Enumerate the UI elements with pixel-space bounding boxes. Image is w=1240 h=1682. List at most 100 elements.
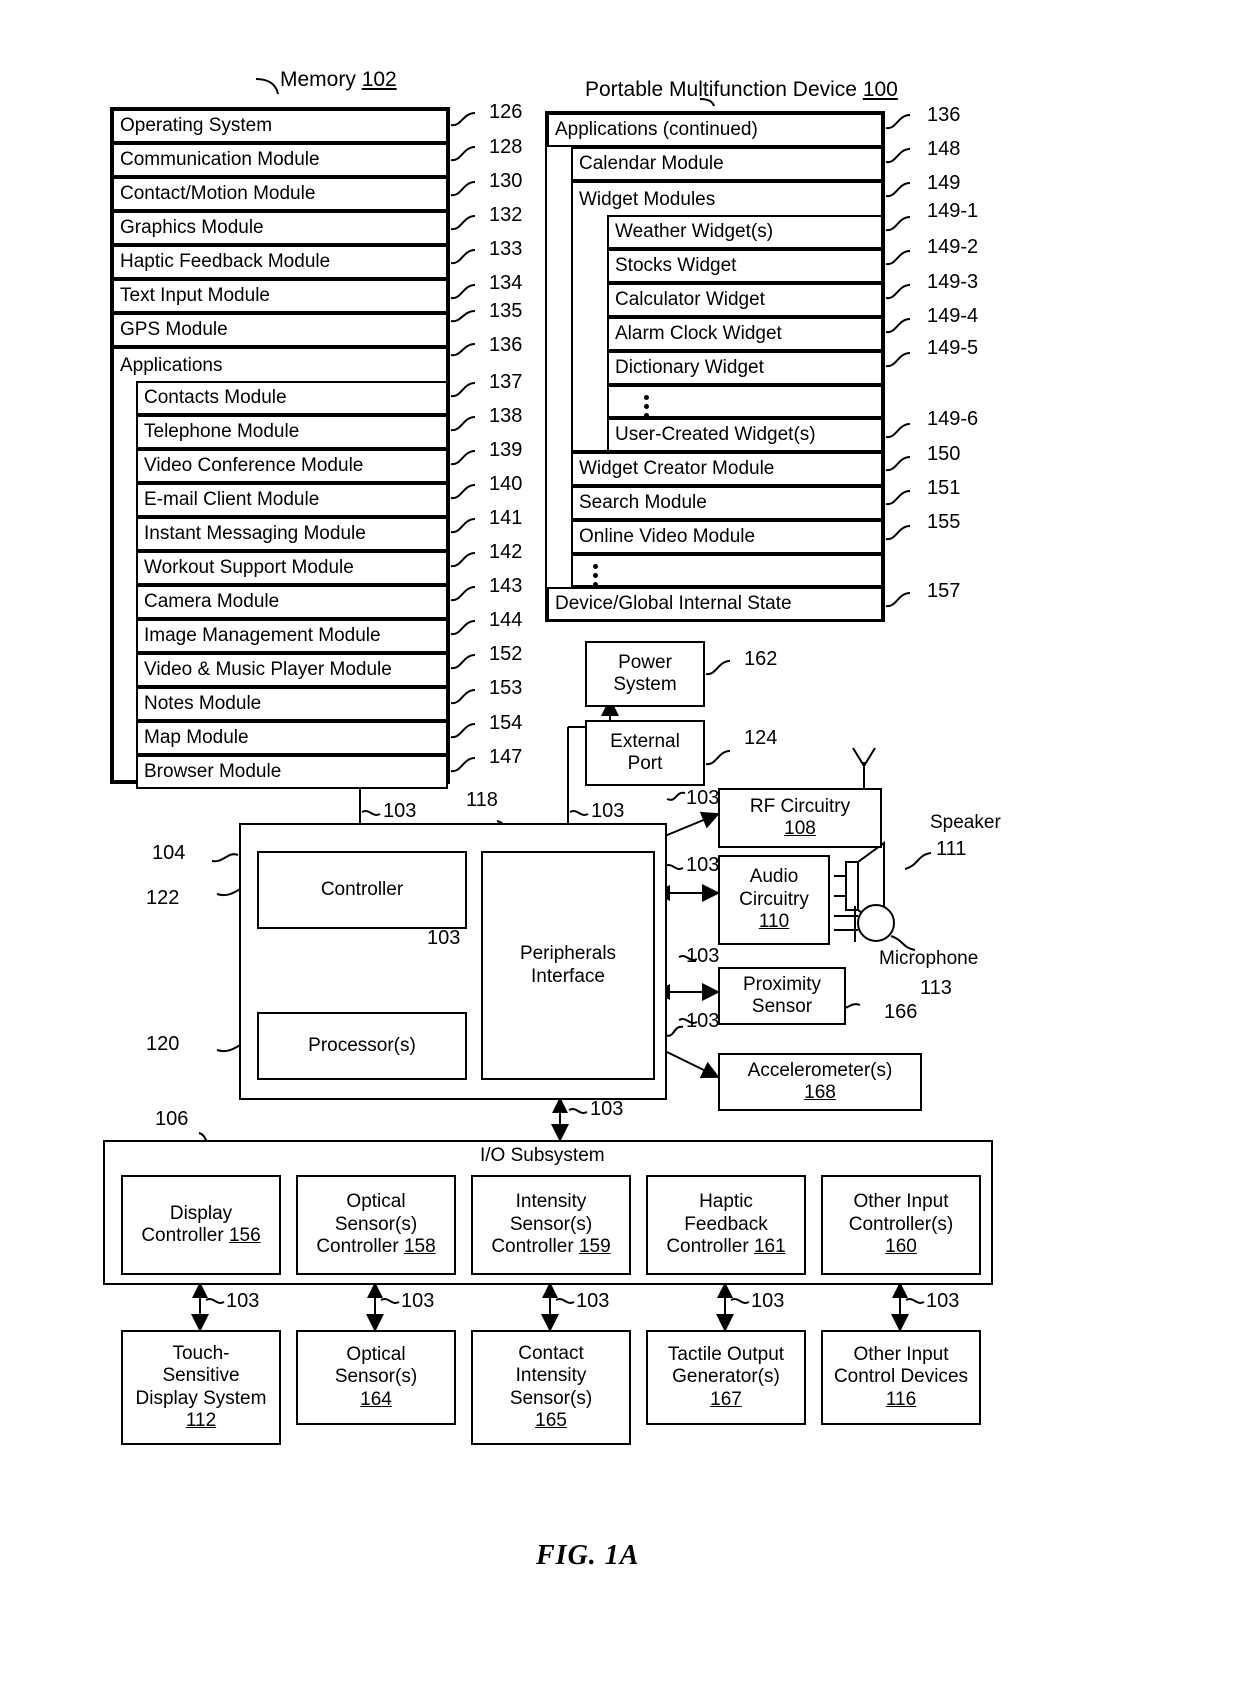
ref-118: 118	[466, 789, 498, 811]
accelerometer-block: Accelerometer(s) 168	[718, 1053, 922, 1111]
io-bus-ref-103-c: 103	[576, 1290, 610, 1312]
vertical-ellipsis-icon	[644, 391, 649, 418]
contact-intensity-sensors-block: Contact Intensity Sensor(s) 165	[471, 1330, 631, 1445]
memory-row-gps-module: GPS Module	[112, 313, 448, 347]
haptic-feedback-controller-block: Haptic Feedback Controller 161	[646, 1175, 806, 1275]
peripherals-interface-block: Peripherals Interface	[481, 851, 655, 1080]
ref-166: 166	[884, 1001, 918, 1023]
ref-142: 142	[489, 541, 523, 563]
io-bus-ref-103-b: 103	[401, 1290, 435, 1312]
ref-153: 153	[489, 677, 523, 699]
memory-row-operating-system: Operating System	[112, 109, 448, 143]
ref-140: 140	[489, 473, 523, 495]
widget-row-user-created: User-Created Widget(s)	[607, 418, 883, 452]
io-bus-ref-103-d: 103	[751, 1290, 785, 1312]
widget-row-calculator: Calculator Widget	[607, 283, 883, 317]
ref-143: 143	[489, 575, 523, 597]
ref-141: 141	[489, 507, 523, 529]
device-title: Portable Multifunction Device 100	[585, 78, 898, 101]
ref-126: 126	[489, 101, 523, 123]
memory-row-contact-motion-module: Contact/Motion Module	[112, 177, 448, 211]
rf-circuitry-block: RF Circuitry 108	[718, 788, 882, 848]
ref-150: 150	[927, 443, 961, 465]
ref-136-device: 136	[927, 104, 961, 126]
memory-row-communication-module: Communication Module	[112, 143, 448, 177]
app-row-contacts-module: Contacts Module	[136, 381, 448, 415]
optical-sensors-block: Optical Sensor(s) 164	[296, 1330, 456, 1425]
bus-ref-103-proximity: 103	[686, 945, 720, 967]
app-row-image-management-module: Image Management Module	[136, 619, 448, 653]
device-row-applications-continued: Applications (continued)	[547, 113, 883, 147]
ref-137: 137	[489, 371, 523, 393]
ref-124: 124	[744, 727, 778, 749]
app-row-notes-module: Notes Module	[136, 687, 448, 721]
widget-row-weather: Weather Widget(s)	[607, 215, 883, 249]
memory-title: Memory 102	[280, 68, 397, 91]
app-row-browser-module: Browser Module	[136, 755, 448, 789]
proximity-sensor-block: Proximity Sensor	[718, 967, 846, 1025]
ref-104: 104	[152, 842, 186, 864]
app-row-map-module: Map Module	[136, 721, 448, 755]
vertical-ellipsis-icon	[593, 560, 598, 587]
ref-139: 139	[489, 439, 523, 461]
touch-sensitive-display-system-block: Touch- Sensitive Display System 112	[121, 1330, 281, 1445]
ref-135: 135	[489, 300, 523, 322]
io-bus-ref-103-a: 103	[226, 1290, 260, 1312]
bus-ref-103-accel: 103	[686, 1010, 720, 1032]
ref-149-1: 149-1	[927, 200, 979, 222]
ref-132: 132	[489, 204, 523, 226]
optical-sensor-controller-block: Optical Sensor(s) Controller 158	[296, 1175, 456, 1275]
bus-ref-103-io: 103	[590, 1098, 624, 1120]
ref-122: 122	[146, 887, 180, 909]
display-controller-block: Display Controller 156	[121, 1175, 281, 1275]
ref-157: 157	[927, 580, 961, 602]
ref-152: 152	[489, 643, 523, 665]
widget-row-dictionary: Dictionary Widget	[607, 351, 883, 385]
app-row-camera-module: Camera Module	[136, 585, 448, 619]
controller-block: Controller	[257, 851, 467, 929]
power-system-block: Power System	[585, 641, 705, 707]
ref-134: 134	[489, 272, 523, 294]
widget-row-alarm-clock: Alarm Clock Widget	[607, 317, 883, 351]
ref-149-3: 149-3	[927, 271, 979, 293]
app-row-video-music-player-module: Video & Music Player Module	[136, 653, 448, 687]
ref-149-4: 149-4	[927, 305, 979, 327]
speaker-label: Speaker	[930, 812, 1001, 833]
tactile-output-generators-block: Tactile Output Generator(s) 167	[646, 1330, 806, 1425]
bus-ref-103-extport: 103	[591, 800, 625, 822]
widget-row-stocks: Stocks Widget	[607, 249, 883, 283]
device-row-online-video-module: Online Video Module	[571, 520, 883, 554]
memory-row-text-input-module: Text Input Module	[112, 279, 448, 313]
ref-148: 148	[927, 138, 961, 160]
ref-106: 106	[155, 1108, 189, 1130]
app-row-video-conference-module: Video Conference Module	[136, 449, 448, 483]
other-input-control-devices-block: Other Input Control Devices 116	[821, 1330, 981, 1425]
ref-147: 147	[489, 746, 523, 768]
ref-149-6: 149-6	[927, 408, 979, 430]
memory-row-graphics-module: Graphics Module	[112, 211, 448, 245]
app-row-instant-messaging-module: Instant Messaging Module	[136, 517, 448, 551]
bus-ref-103-rf: 103	[686, 787, 720, 809]
ref-149: 149	[927, 172, 961, 194]
ref-111: 111	[936, 838, 967, 860]
memory-row-haptic-feedback-module: Haptic Feedback Module	[112, 245, 448, 279]
ref-149-2: 149-2	[927, 236, 979, 258]
audio-circuitry-block: Audio Circuitry 110	[718, 855, 830, 945]
external-port-block: External Port	[585, 720, 705, 786]
io-subsystem-title: I/O Subsystem	[480, 1145, 605, 1166]
bus-ref-103-audio: 103	[686, 854, 720, 876]
ref-154: 154	[489, 712, 523, 734]
ref-151: 151	[927, 477, 961, 499]
other-input-controller-block: Other Input Controller(s) 160	[821, 1175, 981, 1275]
app-row-email-client-module: E-mail Client Module	[136, 483, 448, 517]
device-row-widget-creator-module: Widget Creator Module	[571, 452, 883, 486]
ref-130: 130	[489, 170, 523, 192]
patent-figure-1a: Memory 102 Operating System Communicatio…	[0, 0, 1240, 1682]
ref-138: 138	[489, 405, 523, 427]
ref-144: 144	[489, 609, 523, 631]
device-row-search-module: Search Module	[571, 486, 883, 520]
ref-162: 162	[744, 648, 778, 670]
ref-133: 133	[489, 238, 523, 260]
device-row-calendar-module: Calendar Module	[571, 147, 883, 181]
ref-113: 113	[920, 977, 952, 999]
